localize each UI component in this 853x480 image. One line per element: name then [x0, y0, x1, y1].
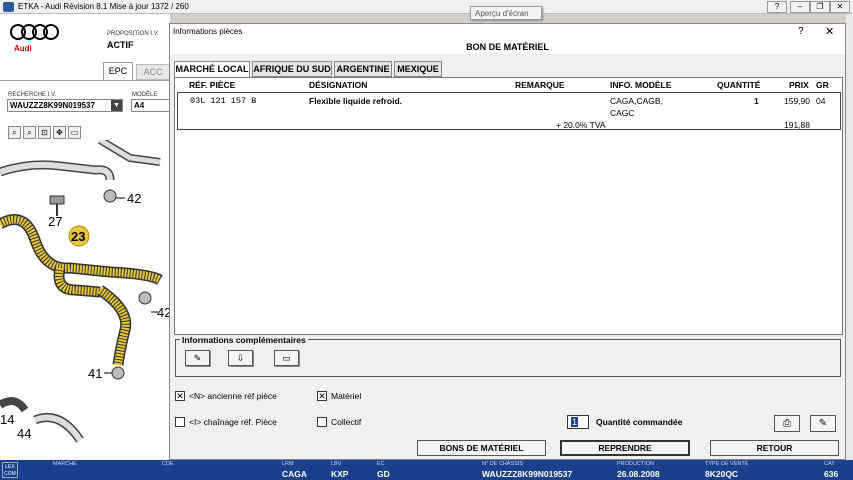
checkbox-collectif[interactable]: [317, 417, 327, 427]
vat-label: + 20.0% TVA: [556, 120, 606, 130]
app-title: ETKA - Audi Révision 8.1 Mise à jour 137…: [18, 2, 189, 11]
print-icon[interactable]: ⎙: [774, 415, 800, 432]
checkbox-materiel[interactable]: ✕: [317, 391, 327, 401]
quantity-input[interactable]: 1: [567, 415, 589, 429]
zoom-out-icon[interactable]: ⌕: [8, 126, 21, 139]
status-label-cat: CAT: [824, 461, 835, 467]
reprendre-button[interactable]: REPRENDRE: [560, 440, 690, 456]
label-collectif: Collectif: [331, 417, 362, 427]
close-icon[interactable]: ✕: [825, 25, 834, 38]
callout-42[interactable]: 42: [127, 191, 141, 206]
checkbox-chainage[interactable]: [175, 417, 185, 427]
tab-acc[interactable]: ACC: [136, 64, 170, 80]
pencil-icon[interactable]: ✎: [185, 350, 210, 366]
checkbox-ancienne-ref[interactable]: ✕: [175, 391, 185, 401]
part-designation: Flexible liquide refroid.: [309, 96, 403, 106]
tab-marche-local[interactable]: MARCHÉ LOCAL: [174, 61, 250, 78]
col-designation: DÉSIGNATION: [309, 80, 368, 90]
status-label-chassis: N° DE CHÂSSIS: [482, 461, 524, 467]
callout-23[interactable]: 23: [71, 229, 85, 244]
drawing-toolbar: ⌕ ⌕ ⊡ ✥ ▭: [6, 126, 170, 140]
part-info-model-1: CAGA,CAGB,: [610, 96, 663, 106]
model-value: A4: [134, 101, 145, 110]
pan-icon[interactable]: ✥: [53, 126, 66, 139]
parts-illustration[interactable]: 42 27 23 42 41 14 44: [0, 140, 170, 460]
status-value-type-vente: 8K20QC: [705, 469, 739, 479]
col-ref: RÉF. PIÈCE: [189, 80, 236, 90]
label-chainage: <I> chaînage réf. Pièce: [189, 417, 277, 427]
bons-materiel-button[interactable]: BONS DE MATÉRIEL: [417, 440, 546, 456]
tab-mexique[interactable]: MEXIQUE: [394, 61, 442, 77]
info-comp-label: Informations complémentaires: [180, 335, 308, 345]
vin-search-value: WAUZZZ8K99N019537: [10, 101, 95, 110]
recherche-label: RECHERCHE I.V.: [8, 92, 57, 98]
quantity-label: Quantité commandée: [596, 417, 683, 427]
callout-27[interactable]: 27: [48, 214, 62, 229]
lexcom-logo: LEX COM: [2, 462, 18, 478]
fit-icon[interactable]: ▭: [68, 126, 81, 139]
callout-41[interactable]: 41: [88, 366, 102, 381]
tab-epc[interactable]: EPC: [103, 62, 133, 80]
col-prix: PRIX: [789, 80, 809, 90]
table-row[interactable]: 03L 121 157 B Flexible liquide refroid. …: [177, 92, 841, 130]
dialog-title: Informations pièces: [170, 24, 845, 40]
app-title-bar: ETKA - Audi Révision 8.1 Mise à jour 137…: [0, 0, 853, 14]
status-bar: LEX COM MARCHÉ CDE LRM CAGA LBV KXP EC G…: [0, 460, 853, 480]
part-info-dialog: Informations pièces ? ✕ BON DE MATÉRIEL …: [169, 23, 846, 460]
parts-table: RÉF. PIÈCE DÉSIGNATION REMARQUE INFO. MO…: [174, 77, 843, 335]
callout-14[interactable]: 14: [0, 412, 14, 427]
part-quantity: 1: [754, 96, 759, 106]
status-value-lrm: CAGA: [282, 469, 308, 479]
vat-total: 191,88: [784, 120, 810, 130]
label-materiel: Matériel: [331, 391, 362, 401]
part-price: 159,90: [784, 96, 810, 106]
status-value-chassis: WAUZZZ8K99N019537: [482, 469, 573, 479]
status-value-production: 26.08.2008: [617, 469, 660, 479]
app-icon: [3, 2, 14, 12]
part-ref: 03L 121 157 B: [190, 96, 257, 106]
audi-logo: Audi: [10, 22, 60, 53]
status-label-lrm: LRM: [282, 461, 294, 467]
note-icon[interactable]: ▭: [274, 350, 299, 366]
dialog-heading: BON DE MATÉRIEL: [170, 40, 845, 54]
col-gr: GR: [816, 80, 829, 90]
model-combo[interactable]: A4: [131, 99, 170, 112]
restore-button[interactable]: ❐: [810, 1, 830, 13]
col-quantite: QUANTITÉ: [717, 80, 761, 90]
vin-search-combo[interactable]: WAUZZZ8K99N019537 ▼: [7, 99, 123, 112]
part-info-model-2: CAGC: [610, 108, 635, 118]
status-label-marche: MARCHÉ: [53, 461, 77, 467]
proposition-value: ACTIF: [107, 40, 134, 50]
status-label-type-vente: TYPE DE VENTE: [705, 461, 749, 467]
status-label-cde: CDE: [162, 461, 174, 467]
close-app-button[interactable]: ✕: [830, 1, 850, 13]
modele-label: MODÈLE: [132, 92, 158, 98]
callout-44[interactable]: 44: [17, 426, 31, 441]
status-label-ec: EC: [377, 461, 385, 467]
part-group: 04: [816, 96, 826, 106]
screen-preview-tooltip: Aperçu d'écran: [470, 6, 542, 20]
minimize-button[interactable]: –: [790, 1, 810, 13]
zoom-area-icon[interactable]: ⊡: [38, 126, 51, 139]
help-icon[interactable]: ?: [798, 26, 804, 37]
status-value-ec: GD: [377, 469, 390, 479]
status-value-lbv: KXP: [331, 469, 349, 479]
status-value-cat: 636: [824, 469, 839, 479]
help-icon[interactable]: ?: [767, 1, 787, 13]
status-label-lbv: LBV: [331, 461, 342, 467]
brand-name: Audi: [14, 44, 32, 53]
tab-argentine[interactable]: ARGENTINE: [334, 61, 392, 77]
zoom-in-icon[interactable]: ⌕: [23, 126, 36, 139]
chevron-down-icon[interactable]: ▼: [111, 100, 122, 111]
col-info-modele: INFO. MODÈLE: [610, 80, 672, 90]
import-icon[interactable]: ⇩: [228, 350, 253, 366]
retour-button[interactable]: RETOUR: [710, 440, 839, 456]
col-remarque: REMARQUE: [515, 80, 565, 90]
proposition-label: PROPOSITION I.V.: [107, 31, 159, 37]
right-scroll-strip: [846, 14, 853, 460]
label-ancienne-ref: <N> ancienne réf pièce: [189, 391, 277, 401]
tab-afrique-du-sud[interactable]: AFRIQUE DU SUD: [252, 61, 332, 77]
edit-list-icon[interactable]: ✎: [810, 415, 836, 432]
status-label-production: PRODUCTION: [617, 461, 654, 467]
